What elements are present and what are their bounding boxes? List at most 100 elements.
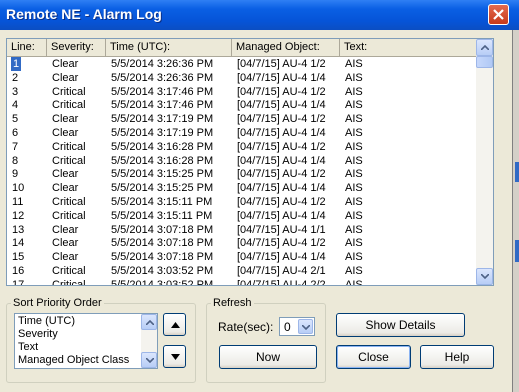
cell-text: AIS <box>345 154 363 167</box>
scroll-up-button[interactable] <box>476 39 493 56</box>
cell-line: 15 <box>12 251 25 264</box>
table-row[interactable]: 2 Clear 5/5/2014 3:26:36 PM [04/7/15] AU-4 … <box>7 71 477 85</box>
cell-time: 5/5/2014 3:16:28 PM <box>111 140 214 153</box>
cell-severity: Critical <box>52 154 86 167</box>
sort-item[interactable]: Managed Object Class <box>18 354 129 367</box>
table-row[interactable]: 12 Critical 5/5/2014 3:15:11 PM [04/7/15] A… <box>7 209 477 223</box>
refresh-group: Refresh <box>206 297 326 383</box>
cell-managed-object: [04/7/15] AU-4 1/4 <box>237 127 326 139</box>
help-button[interactable]: Help <box>420 345 494 369</box>
rate-dropdown-button[interactable] <box>298 319 313 334</box>
column-header-text[interactable]: Text: <box>340 39 477 56</box>
cell-text: AIS <box>345 140 363 153</box>
sort-list-scrollbar[interactable] <box>141 314 157 368</box>
cell-managed-object: [04/7/15] AU-4 1/4 <box>237 182 326 195</box>
triangle-down-icon <box>171 354 180 360</box>
column-header-time[interactable]: Time (UTC): <box>106 39 232 56</box>
table-row[interactable]: 1 Clear 5/5/2014 3:26:36 PM [04/7/15] AU-4 … <box>7 57 477 71</box>
cell-time: 5/5/2014 3:07:18 PM <box>111 237 214 250</box>
move-up-button[interactable] <box>163 313 186 336</box>
cell-time: 5/5/2014 3:15:11 PM <box>111 209 213 222</box>
cell-line: 7 <box>12 140 19 153</box>
close-label: Close <box>358 350 389 364</box>
cell-severity: Critical <box>52 265 86 277</box>
table-row[interactable]: 15 Clear 5/5/2014 3:07:18 PM [04/7/15] AU-4… <box>7 250 477 264</box>
cell-managed-object: [04/7/15] AU-4 2/2 <box>237 278 326 286</box>
table-row[interactable]: 11 Critical 5/5/2014 3:15:11 PM [04/7/15] A… <box>7 195 477 209</box>
cell-severity: Critical <box>52 99 86 112</box>
triangle-up-icon <box>171 322 180 328</box>
cell-text: AIS <box>345 127 363 139</box>
chevron-down-icon <box>146 358 154 363</box>
cell-text: AIS <box>345 237 363 250</box>
table-row[interactable]: 5 Clear 5/5/2014 3:17:19 PM [04/7/15] AU-4 … <box>7 112 477 126</box>
cell-time: 5/5/2014 3:17:46 PM <box>111 99 214 112</box>
cell-severity: Critical <box>52 85 86 98</box>
table-row[interactable]: 7 Critical 5/5/2014 3:16:28 PM [04/7/15] AU… <box>7 140 477 154</box>
table-row[interactable]: 9 Clear 5/5/2014 3:15:25 PM [04/7/15] AU-4 … <box>7 167 477 181</box>
table-row[interactable]: 6 Clear 5/5/2014 3:17:19 PM [04/7/15] AU-4 … <box>7 126 477 140</box>
sort-scroll-down-button[interactable] <box>141 352 157 368</box>
table-vertical-scrollbar[interactable] <box>476 39 493 285</box>
refresh-now-button[interactable]: Now <box>219 345 317 369</box>
cell-severity: Critical <box>52 196 86 208</box>
cell-managed-object: [04/7/15] AU-4 1/2 <box>237 113 326 126</box>
column-header-severity[interactable]: Severity: <box>47 39 106 56</box>
alarm-table[interactable]: Line: Severity: Time (UTC): Managed Obje… <box>6 38 494 286</box>
edge-marker <box>515 240 519 262</box>
scroll-down-button[interactable] <box>476 268 493 285</box>
scroll-thumb[interactable] <box>476 56 493 68</box>
table-row[interactable]: 13 Clear 5/5/2014 3:07:18 PM [04/7/15] AU-4… <box>7 223 477 237</box>
cell-severity: Clear <box>52 113 79 126</box>
cell-severity: Clear <box>52 182 79 195</box>
cell-time: 5/5/2014 3:17:19 PM <box>111 113 214 126</box>
cell-text: AIS <box>345 58 363 70</box>
table-row[interactable]: 3 Critical 5/5/2014 3:17:46 PM [04/7/15] AU… <box>7 85 477 99</box>
cell-line: 13 <box>12 223 25 236</box>
cell-line: 5 <box>12 113 19 126</box>
sort-item[interactable]: Time (UTC) <box>18 315 75 328</box>
window-close-button[interactable] <box>488 4 509 25</box>
cell-severity: Clear <box>52 127 79 139</box>
rate-value: 0 <box>284 320 291 334</box>
show-details-button[interactable]: Show Details <box>336 313 465 337</box>
cell-severity: Clear <box>52 223 79 236</box>
cell-severity: Clear <box>52 237 79 250</box>
table-row[interactable]: 14 Clear 5/5/2014 3:07:18 PM [04/7/15] AU-4… <box>7 236 477 250</box>
table-row[interactable]: 17 Critical 5/5/2014 3:03:52 PM [04/7/15] A… <box>7 278 477 286</box>
table-header: Line: Severity: Time (UTC): Managed Obje… <box>7 39 477 57</box>
cell-severity: Critical <box>52 278 86 286</box>
column-header-line[interactable]: Line: <box>7 39 47 56</box>
table-row[interactable]: 8 Critical 5/5/2014 3:16:28 PM [04/7/15] AU… <box>7 154 477 168</box>
cell-text: AIS <box>345 278 363 286</box>
move-down-button[interactable] <box>163 345 186 368</box>
cell-line: 14 <box>12 237 25 250</box>
cell-time: 5/5/2014 3:07:18 PM <box>111 251 214 264</box>
table-row[interactable]: 10 Clear 5/5/2014 3:15:25 PM [04/7/15] AU-4… <box>7 181 477 195</box>
sort-priority-list[interactable]: Time (UTC) Severity Text Managed Object … <box>14 313 158 369</box>
table-row[interactable]: 4 Critical 5/5/2014 3:17:46 PM [04/7/15] AU… <box>7 98 477 112</box>
cell-time: 5/5/2014 3:15:25 PM <box>111 168 214 181</box>
cell-managed-object: [04/7/15] AU-4 1/4 <box>237 154 326 167</box>
cell-managed-object: [04/7/15] AU-4 1/4 <box>237 251 326 264</box>
title-bar[interactable]: Remote NE - Alarm Log <box>0 0 519 30</box>
rate-select[interactable]: 0 <box>279 317 315 336</box>
cell-line: 9 <box>12 168 19 181</box>
cell-line: 8 <box>12 154 19 167</box>
sort-scroll-up-button[interactable] <box>141 314 157 330</box>
cell-managed-object: [04/7/15] AU-4 2/1 <box>237 265 326 277</box>
cell-managed-object: [04/7/15] AU-4 1/2 <box>237 58 326 70</box>
close-button[interactable]: Close <box>336 345 411 369</box>
sort-priority-legend: Sort Priority Order <box>13 297 102 309</box>
cell-line: 4 <box>12 99 19 112</box>
cell-time: 5/5/2014 3:26:36 PM <box>111 71 214 84</box>
cell-managed-object: [04/7/15] AU-4 1/1 <box>237 223 326 236</box>
sort-item[interactable]: Severity <box>18 328 58 341</box>
background-window-edge <box>512 30 519 392</box>
table-row[interactable]: 16 Critical 5/5/2014 3:03:52 PM [04/7/15] A… <box>7 264 477 278</box>
cell-severity: Critical <box>52 209 86 222</box>
sort-item[interactable]: Text <box>18 341 38 354</box>
cell-line: 16 <box>12 265 25 277</box>
column-header-managed-object[interactable]: Managed Object: <box>232 39 340 56</box>
cell-line: 11 <box>12 196 24 208</box>
